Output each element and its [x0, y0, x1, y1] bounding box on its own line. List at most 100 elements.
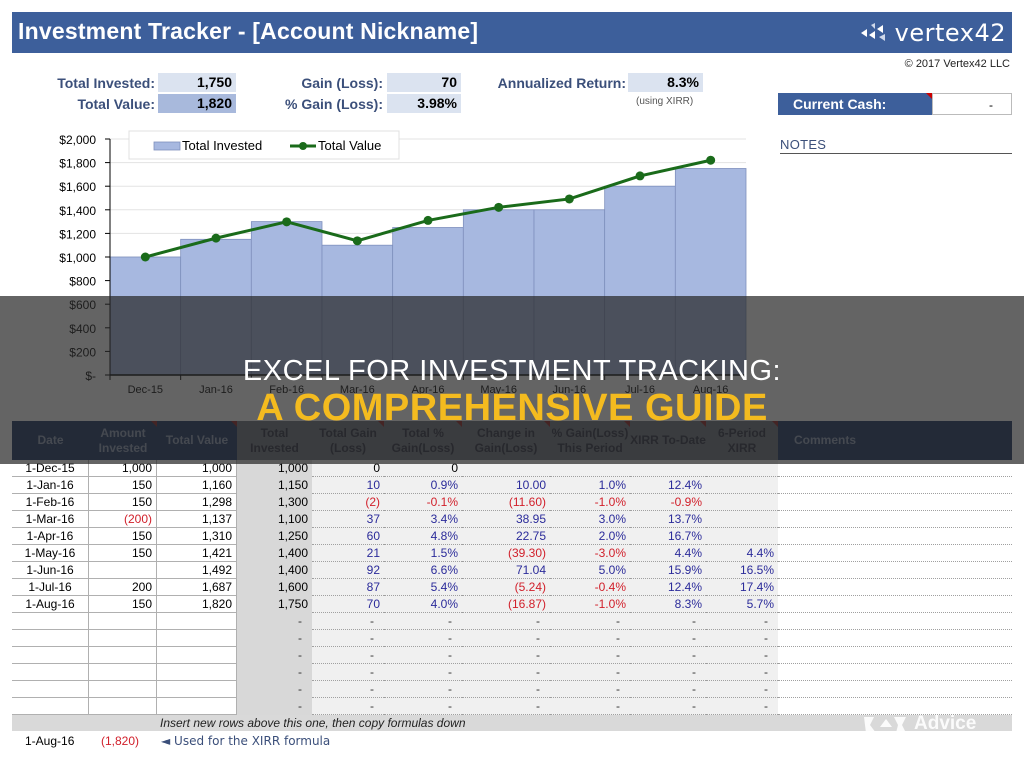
current-cash-label: Current Cash:: [778, 93, 932, 115]
cell-total-gain: -: [312, 664, 384, 681]
cell-pct-gain-period: 1.0%: [550, 477, 630, 494]
cell-amount-invested[interactable]: 150: [89, 545, 157, 562]
cell-total-value[interactable]: 1,820: [157, 596, 237, 613]
cell-total-value[interactable]: 1,298: [157, 494, 237, 511]
footer-note: Insert new rows above this one, then cop…: [160, 716, 466, 730]
cell-amount-invested[interactable]: 150: [89, 528, 157, 545]
cell-total-value[interactable]: 1,137: [157, 511, 237, 528]
cell-amount-invested[interactable]: 150: [89, 494, 157, 511]
cell-date[interactable]: 1-Jul-16: [12, 579, 89, 596]
cell-comments[interactable]: [778, 477, 1012, 494]
cell-total-value[interactable]: 1,687: [157, 579, 237, 596]
cell-six-period-xirr: [706, 494, 778, 511]
cell-six-period-xirr: 17.4%: [706, 579, 778, 596]
banner-subtitle: A COMPREHENSIVE GUIDE: [256, 387, 768, 429]
cell-comments[interactable]: [778, 494, 1012, 511]
cell-pct-gain-period: 2.0%: [550, 528, 630, 545]
cell-total-invested: -: [237, 613, 312, 630]
cell-comments[interactable]: [778, 664, 1012, 681]
current-cash-input[interactable]: -: [932, 93, 1012, 115]
annualized-return-value: 8.3%: [628, 73, 703, 92]
cell-total-gain: 87: [312, 579, 384, 596]
cell-total-value[interactable]: 1,160: [157, 477, 237, 494]
cell-amount-invested[interactable]: [89, 562, 157, 579]
cell-amount-invested[interactable]: 150: [89, 477, 157, 494]
cell-total-value[interactable]: 1,310: [157, 528, 237, 545]
cell-date[interactable]: 1-Apr-16: [12, 528, 89, 545]
cell-total-value[interactable]: [157, 681, 237, 698]
table-row: -------: [12, 647, 1012, 664]
cell-date[interactable]: [12, 613, 89, 630]
cell-amount-invested[interactable]: [89, 613, 157, 630]
cell-xirr-to-date: 13.7%: [630, 511, 706, 528]
vertex42-logo: vertex42: [859, 19, 1006, 47]
cell-date[interactable]: 1-May-16: [12, 545, 89, 562]
cell-amount-invested[interactable]: 200: [89, 579, 157, 596]
cell-date[interactable]: 1-Jan-16: [12, 477, 89, 494]
pct-gain-value: 3.98%: [387, 94, 461, 113]
table-row: 1-Mar-16 (200) 1,137 1,100 37 3.4% 38.95 3.0% 13…: [12, 511, 1012, 528]
cell-comments[interactable]: [778, 579, 1012, 596]
cell-comments[interactable]: [778, 511, 1012, 528]
cell-comments[interactable]: [778, 562, 1012, 579]
cell-total-value[interactable]: [157, 698, 237, 715]
table-row: 1-Jan-16 150 1,160 1,150 10 0.9% 10.00 1.0% 12.4…: [12, 477, 1012, 494]
point-total-value: [706, 155, 716, 165]
cell-comments[interactable]: [778, 630, 1012, 647]
cell-total-pct-gain: -0.1%: [384, 494, 462, 511]
cell-date[interactable]: 1-Jun-16: [12, 562, 89, 579]
advice-watermark: Advice: [862, 712, 976, 736]
point-total-value: [282, 217, 292, 227]
cell-total-value[interactable]: [157, 613, 237, 630]
cell-amount-invested[interactable]: (200): [89, 511, 157, 528]
table-row: 1-Feb-16 150 1,298 1,300 (2) -0.1% (11.60) -1.0…: [12, 494, 1012, 511]
cell-total-gain: 37: [312, 511, 384, 528]
legend-swatch-total-invested: [153, 141, 181, 151]
cell-total-value[interactable]: [157, 647, 237, 664]
cell-date[interactable]: 1-Feb-16: [12, 494, 89, 511]
cell-total-value[interactable]: 1,421: [157, 545, 237, 562]
cell-pct-gain-period: -: [550, 647, 630, 664]
cell-change-in-gain: (39.30): [462, 545, 550, 562]
cell-date[interactable]: 1-Aug-16: [12, 596, 89, 613]
cell-six-period-xirr: -: [706, 630, 778, 647]
cell-total-value[interactable]: 1,492: [157, 562, 237, 579]
cell-amount-invested[interactable]: [89, 630, 157, 647]
cell-six-period-xirr: -: [706, 698, 778, 715]
cell-total-value[interactable]: [157, 630, 237, 647]
cell-comments[interactable]: [778, 613, 1012, 630]
cell-six-period-xirr: -: [706, 664, 778, 681]
cell-amount-invested[interactable]: [89, 698, 157, 715]
table-row: -------: [12, 630, 1012, 647]
xirr-date: 1-Aug-16: [25, 734, 75, 748]
cell-total-gain: 60: [312, 528, 384, 545]
cell-comments[interactable]: [778, 647, 1012, 664]
cell-comments[interactable]: [778, 528, 1012, 545]
cell-comments[interactable]: [778, 545, 1012, 562]
cell-amount-invested[interactable]: 150: [89, 596, 157, 613]
cell-total-pct-gain: -: [384, 681, 462, 698]
cell-comments[interactable]: [778, 596, 1012, 613]
cell-date[interactable]: [12, 630, 89, 647]
cell-amount-invested[interactable]: [89, 664, 157, 681]
cell-date[interactable]: [12, 681, 89, 698]
cell-total-pct-gain: 5.4%: [384, 579, 462, 596]
cell-total-invested: -: [237, 647, 312, 664]
cell-xirr-to-date: -: [630, 613, 706, 630]
cell-six-period-xirr: 16.5%: [706, 562, 778, 579]
cell-date[interactable]: [12, 647, 89, 664]
cell-total-value[interactable]: [157, 664, 237, 681]
cell-pct-gain-period: 5.0%: [550, 562, 630, 579]
cell-total-pct-gain: 1.5%: [384, 545, 462, 562]
cell-date[interactable]: [12, 698, 89, 715]
cell-total-invested: -: [237, 698, 312, 715]
cell-total-pct-gain: 4.8%: [384, 528, 462, 545]
cell-date[interactable]: 1-Mar-16: [12, 511, 89, 528]
advice-logo-icon: [864, 717, 906, 733]
cell-total-pct-gain: 4.0%: [384, 596, 462, 613]
cell-date[interactable]: [12, 664, 89, 681]
cell-pct-gain-period: -: [550, 664, 630, 681]
cell-comments[interactable]: [778, 681, 1012, 698]
cell-amount-invested[interactable]: [89, 681, 157, 698]
cell-amount-invested[interactable]: [89, 647, 157, 664]
